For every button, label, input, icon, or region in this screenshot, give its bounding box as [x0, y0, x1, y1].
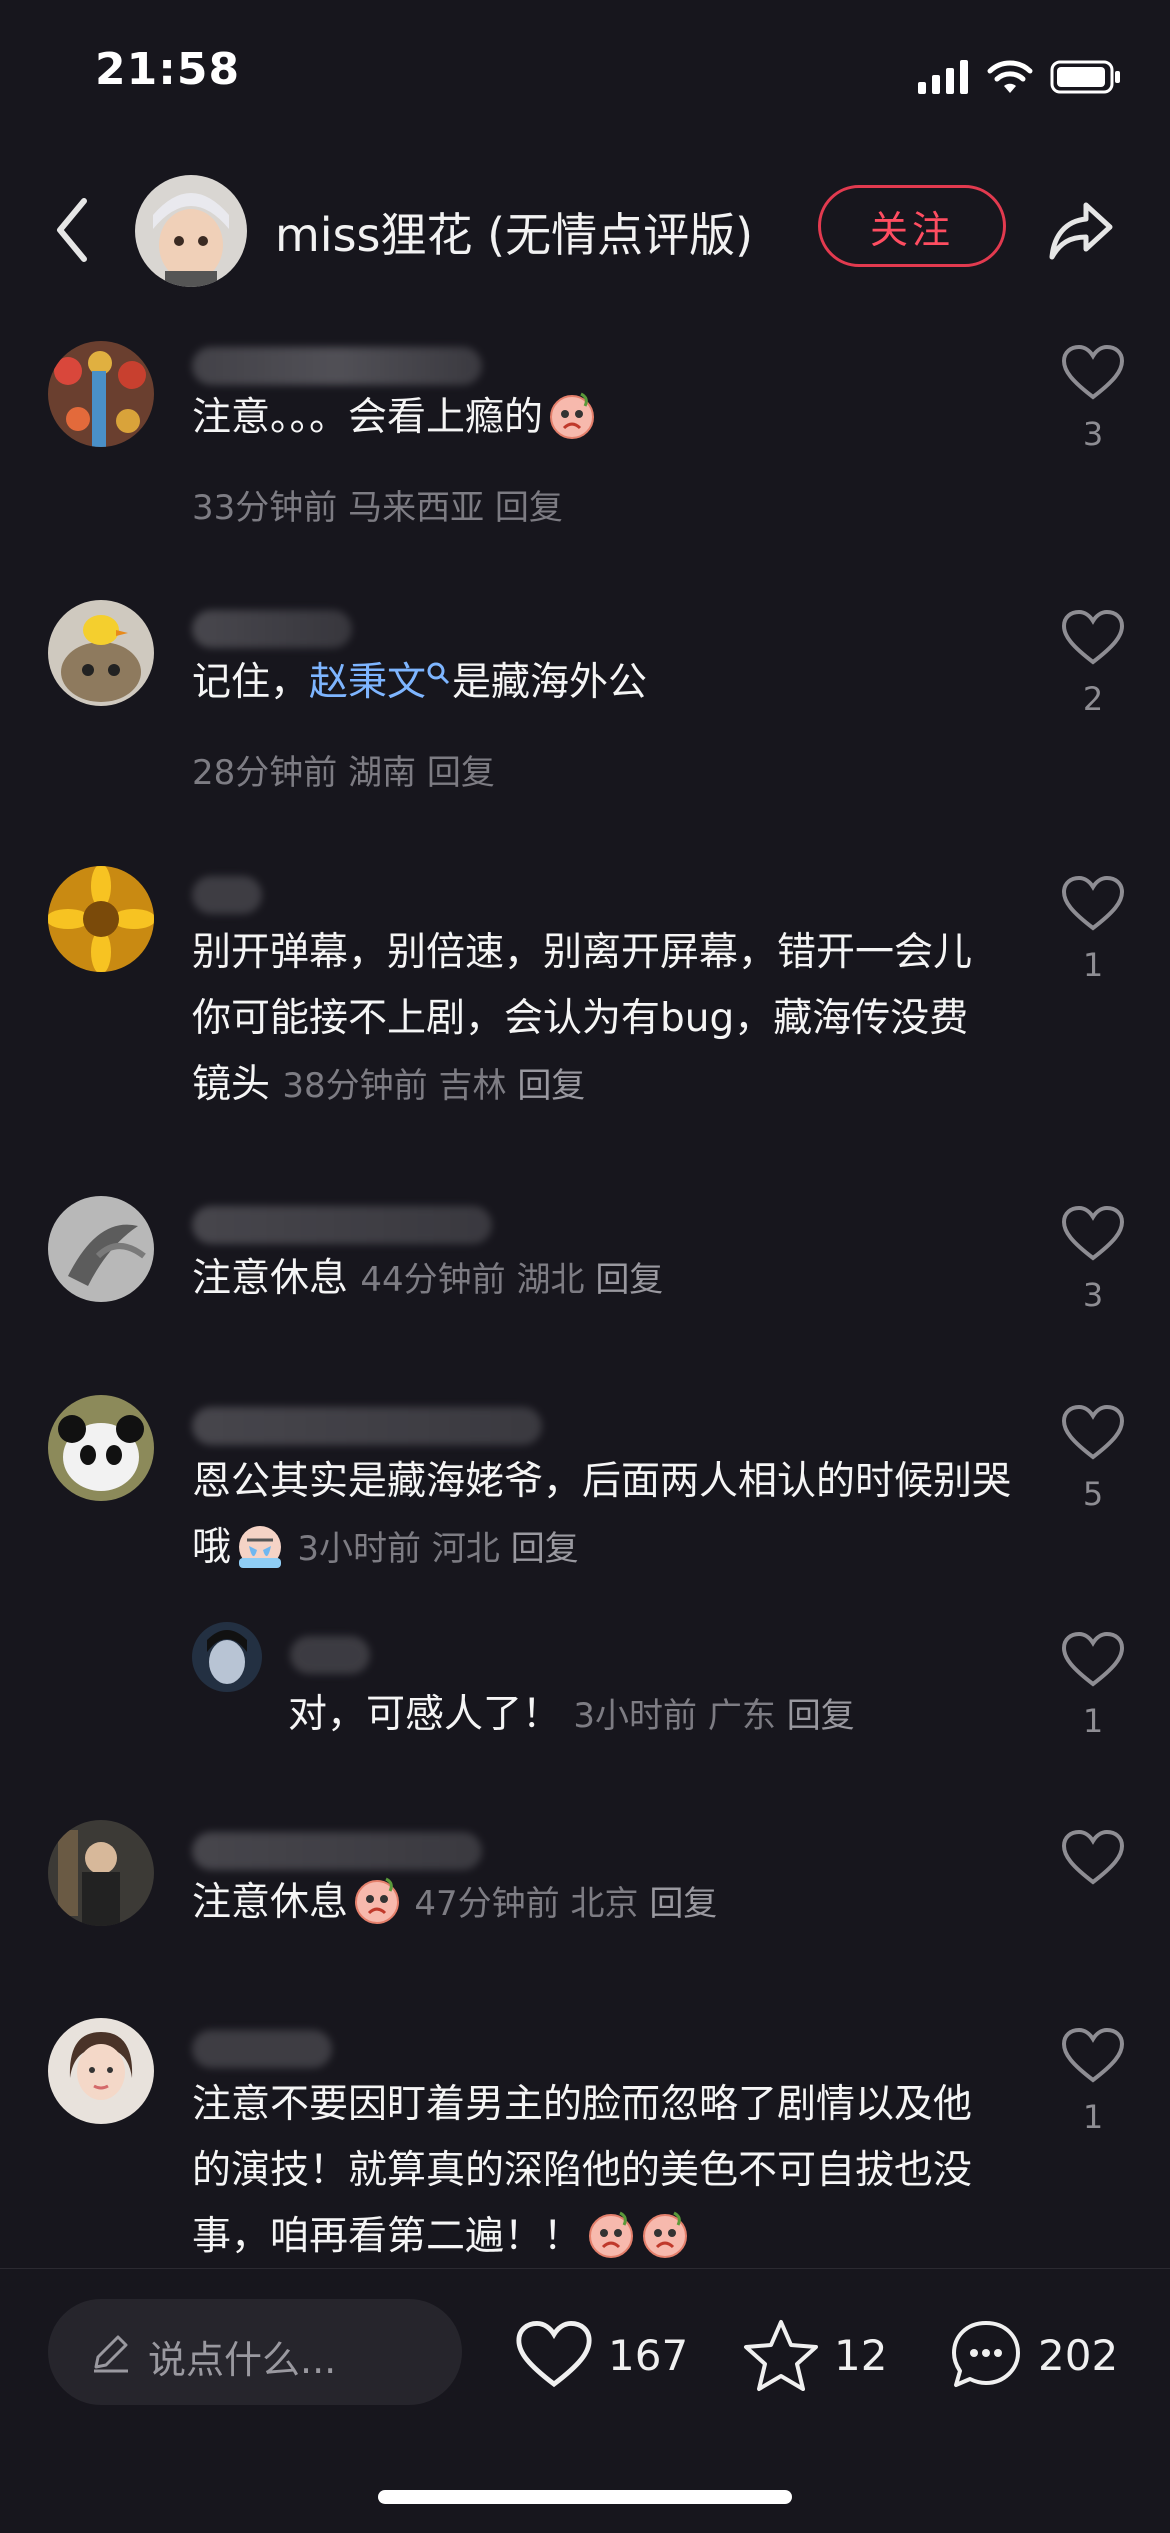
comment-text: 别开弹幕，别倍速，别离开屏幕，错开一会儿你可能接不上剧，会认为有bug，藏海传没…: [192, 930, 973, 1107]
star-icon: [744, 2320, 818, 2391]
commenter-name-blurred: [192, 610, 352, 648]
commenter-avatar[interactable]: [48, 1820, 154, 1926]
heart-icon[interactable]: [1060, 1630, 1126, 1690]
comment-text: 记住，赵秉文 是藏海外公: [192, 660, 648, 705]
comment-input[interactable]: 说点什么...: [48, 2299, 462, 2405]
reply-button[interactable]: 回复: [649, 1884, 717, 1924]
emoji-icon: [355, 1877, 400, 1924]
comment-text: 注意。。。会看上瘾的: [192, 385, 1012, 451]
commenter-avatar[interactable]: [48, 2018, 154, 2124]
like-count: 1: [1082, 2098, 1104, 2136]
comment-meta: 28分钟前 湖南 回复: [192, 753, 495, 793]
heart-icon[interactable]: [1060, 1204, 1126, 1264]
comment-total: 202: [1038, 2330, 1119, 2380]
status-icons: [918, 52, 1122, 102]
search-icon[interactable]: [426, 661, 452, 687]
hashtag-link[interactable]: 赵秉文: [309, 660, 426, 705]
wifi-icon: [987, 60, 1033, 93]
like-count: 1: [1082, 946, 1104, 984]
comment-text: 注意不要因盯着男主的脸而忽略了剧情以及他的演技！就算真的深陷他的美色不可自拔也没…: [192, 2082, 973, 2259]
pencil-icon: [94, 2335, 128, 2373]
emoji-icon: [643, 2211, 688, 2258]
replier-avatar[interactable]: [192, 1622, 262, 1692]
heart-icon[interactable]: [1060, 2026, 1126, 2086]
favorite-total: 12: [834, 2330, 888, 2380]
favorite-button[interactable]: 12: [742, 2313, 887, 2397]
commenter-avatar[interactable]: [48, 866, 154, 972]
emoji-icon: [550, 392, 595, 439]
reply-button[interactable]: 回复: [517, 1066, 585, 1106]
commenter-avatar[interactable]: [48, 341, 154, 447]
commenter-name-blurred: [192, 347, 482, 385]
reply-button[interactable]: 回复: [511, 1529, 579, 1569]
comment-bubble-icon: [952, 2321, 1020, 2387]
emoji-icon: [589, 2211, 634, 2258]
reply-button[interactable]: 回复: [595, 1260, 663, 1300]
follow-button[interactable]: 关注: [818, 185, 1006, 267]
reply-text: 对，可感人了！ 3小时前 广东 回复: [288, 1692, 855, 1737]
like-count: 3: [1082, 1276, 1104, 1314]
commenter-name-blurred: [192, 876, 262, 914]
commenter-name-blurred: [192, 2030, 332, 2068]
status-time: 21:58: [95, 44, 241, 95]
heart-icon[interactable]: [1060, 608, 1126, 668]
heart-icon[interactable]: [1060, 1828, 1126, 1888]
comment-header: miss狸花 (无情点评版) 关注: [0, 165, 1170, 295]
commenter-name-blurred: [192, 1407, 542, 1445]
comment-text: 注意休息 47分钟前 北京 回复: [192, 1870, 1012, 1937]
like-count: 5: [1082, 1475, 1104, 1513]
comment-location: 马来西亚: [348, 488, 485, 528]
author-title: miss狸花 (无情点评版): [275, 208, 754, 262]
heart-icon: [516, 2321, 592, 2388]
home-indicator: [378, 2490, 792, 2504]
status-bar: 21:58: [0, 0, 1170, 150]
comment-meta: 33分钟前 马来西亚 回复: [192, 480, 563, 529]
comment-text: 注意休息 44分钟前 湖北 回复: [192, 1256, 664, 1301]
commenter-avatar[interactable]: [48, 1395, 154, 1501]
like-button[interactable]: 167: [514, 2313, 688, 2397]
author-avatar[interactable]: [135, 175, 247, 287]
share-icon[interactable]: [1046, 195, 1116, 265]
commenter-avatar[interactable]: [48, 600, 154, 706]
heart-icon[interactable]: [1060, 874, 1126, 934]
commenter-avatar[interactable]: [48, 1196, 154, 1302]
reply-button[interactable]: 回复: [787, 1696, 855, 1736]
emoji-icon: [239, 1526, 282, 1568]
commenter-name-blurred: [192, 1206, 492, 1244]
commenter-name-blurred: [192, 1832, 482, 1870]
like-count: 2: [1082, 680, 1104, 718]
reply-button[interactable]: 回复: [427, 753, 495, 793]
replier-name-blurred: [290, 1636, 370, 1674]
battery-icon: [1050, 60, 1120, 94]
like-count: 3: [1082, 415, 1104, 453]
like-total: 167: [608, 2330, 689, 2380]
back-arrow-icon[interactable]: [48, 195, 98, 265]
heart-icon[interactable]: [1060, 343, 1126, 403]
reply-button[interactable]: 回复: [495, 488, 563, 528]
signal-icon: [918, 60, 968, 94]
comment-text: 恩公其实是藏海姥爷，后面两人相认的时候别哭哦 3小时前 河北 回复: [192, 1459, 1012, 1570]
comments-button[interactable]: 202: [948, 2313, 1118, 2397]
heart-icon[interactable]: [1060, 1403, 1126, 1463]
comment-input-placeholder: 说点什么...: [148, 2338, 337, 2382]
comment-time: 33分钟前: [192, 488, 338, 528]
like-count: 1: [1082, 1702, 1104, 1740]
